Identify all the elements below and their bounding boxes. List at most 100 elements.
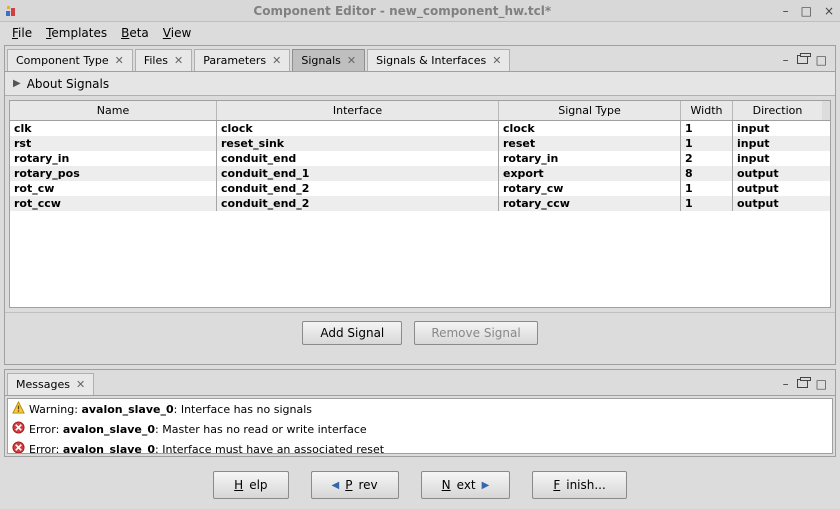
cell-type: reset [499,136,681,151]
panel-restore-icon[interactable] [795,377,810,391]
table-body: clkclockclock1inputrstreset_sinkreset1in… [10,121,830,307]
message-text: Error: avalon_slave_0: Interface must ha… [29,443,384,455]
col-signal-type[interactable]: Signal Type [499,101,681,120]
add-signal-button[interactable]: Add Signal [302,321,402,345]
panel-minimize-icon[interactable]: – [781,53,791,67]
col-width[interactable]: Width [681,101,733,120]
cell-width: 1 [681,181,733,196]
close-icon[interactable]: ✕ [115,54,124,67]
table-row[interactable]: rot_ccwconduit_end_2rotary_ccw1output [10,196,830,211]
cell-dir: input [733,121,822,136]
prev-button[interactable]: ◀Prev [311,471,399,499]
messages-list: Warning: avalon_slave_0: Interface has n… [7,398,833,454]
cell-name: rotary_in [10,151,217,166]
cell-iface: conduit_end_2 [217,196,499,211]
col-direction[interactable]: Direction [733,101,822,120]
cell-width: 1 [681,196,733,211]
cell-width: 1 [681,121,733,136]
messages-tabbar: Messages✕ – □ [5,370,835,396]
about-signals-expander[interactable]: ▶ About Signals [5,72,835,96]
message-text: Error: avalon_slave_0: Master has no rea… [29,423,367,436]
tab-component-type[interactable]: Component Type✕ [7,49,133,71]
finish-button[interactable]: Finish... [532,471,626,499]
app-icon [4,3,20,19]
message-row[interactable]: Warning: avalon_slave_0: Interface has n… [8,399,832,419]
cell-name: clk [10,121,217,136]
message-row[interactable]: Error: avalon_slave_0: Master has no rea… [8,419,832,439]
table-row[interactable]: rot_cwconduit_end_2rotary_cw1output [10,181,830,196]
cell-name: rot_cw [10,181,217,196]
menu-file[interactable]: File [6,24,38,42]
tab-signals-interfaces[interactable]: Signals & Interfaces✕ [367,49,510,71]
panel-maximize-icon[interactable]: □ [814,377,829,391]
triangle-right-icon: ▶ [482,480,490,491]
remove-signal-button[interactable]: Remove Signal [414,321,537,345]
messages-panel: Messages✕ – □ Warning: avalon_slave_0: I… [4,369,836,457]
cell-width: 8 [681,166,733,181]
tab-files[interactable]: Files✕ [135,49,192,71]
cell-iface: clock [217,121,499,136]
close-icon[interactable]: ✕ [272,54,281,67]
titlebar: Component Editor - new_component_hw.tcl*… [0,0,840,22]
cell-dir: output [733,181,822,196]
cell-dir: output [733,166,822,181]
cell-iface: conduit_end_1 [217,166,499,181]
help-button[interactable]: Help [213,471,288,499]
cell-name: rst [10,136,217,151]
cell-width: 2 [681,151,733,166]
col-interface[interactable]: Interface [217,101,499,120]
warning-icon [12,401,25,417]
close-icon[interactable]: ✕ [174,54,183,67]
menubar: File Templates Beta View [0,22,840,44]
table-row[interactable]: rotary_posconduit_end_1export8output [10,166,830,181]
col-name[interactable]: Name [10,101,217,120]
cell-name: rot_ccw [10,196,217,211]
error-icon [12,421,25,437]
error-icon [12,441,25,454]
cell-iface: conduit_end [217,151,499,166]
next-button[interactable]: Next▶ [421,471,511,499]
table-row[interactable]: rstreset_sinkreset1input [10,136,830,151]
cell-type: clock [499,121,681,136]
signals-table: Name Interface Signal Type Width Directi… [9,100,831,308]
tabbar: Component Type✕ Files✕ Parameters✕ Signa… [5,46,835,72]
tab-parameters[interactable]: Parameters✕ [194,49,290,71]
cell-iface: reset_sink [217,136,499,151]
close-window-icon[interactable]: × [822,4,836,18]
cell-type: rotary_cw [499,181,681,196]
menu-beta[interactable]: Beta [115,24,155,42]
panel-restore-icon[interactable] [795,53,810,67]
close-icon[interactable]: ✕ [492,54,501,67]
menu-templates[interactable]: Templates [40,24,113,42]
close-icon[interactable]: ✕ [76,378,85,391]
table-header: Name Interface Signal Type Width Directi… [10,101,830,121]
about-label: About Signals [27,77,109,91]
tab-messages[interactable]: Messages✕ [7,373,94,395]
panel-minimize-icon[interactable]: – [781,377,791,391]
cell-dir: input [733,136,822,151]
table-row[interactable]: rotary_inconduit_endrotary_in2input [10,151,830,166]
cell-type: rotary_ccw [499,196,681,211]
cell-dir: output [733,196,822,211]
triangle-left-icon: ◀ [332,480,340,491]
message-text: Warning: avalon_slave_0: Interface has n… [29,403,312,416]
maximize-window-icon[interactable]: □ [799,4,814,18]
minimize-window-icon[interactable]: – [781,4,791,18]
panel-maximize-icon[interactable]: □ [814,53,829,67]
cell-iface: conduit_end_2 [217,181,499,196]
message-row[interactable]: Error: avalon_slave_0: Interface must ha… [8,439,832,454]
cell-name: rotary_pos [10,166,217,181]
window-title: Component Editor - new_component_hw.tcl* [24,4,781,18]
wizard-buttons: Help ◀Prev Next▶ Finish... [4,461,836,505]
cell-dir: input [733,151,822,166]
cell-width: 1 [681,136,733,151]
expand-triangle-icon: ▶ [13,78,21,89]
menu-view[interactable]: View [157,24,197,42]
cell-type: rotary_in [499,151,681,166]
table-buttons: Add Signal Remove Signal [5,312,835,353]
cell-type: export [499,166,681,181]
main-panel: Component Type✕ Files✕ Parameters✕ Signa… [4,45,836,365]
table-row[interactable]: clkclockclock1input [10,121,830,136]
close-icon[interactable]: ✕ [347,54,356,67]
tab-signals[interactable]: Signals✕ [292,49,365,71]
